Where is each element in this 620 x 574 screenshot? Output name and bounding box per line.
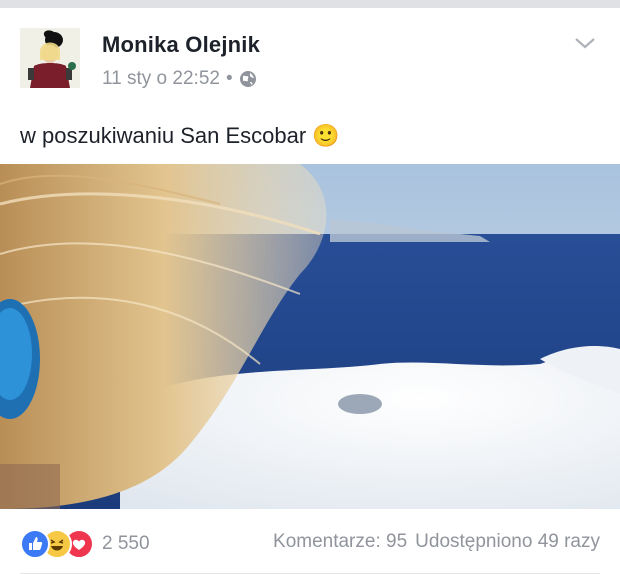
chevron-down-icon[interactable]: [574, 36, 596, 50]
avatar[interactable]: [20, 28, 80, 88]
post-meta: 11 sty o 22:52 •: [102, 68, 257, 90]
post-message: w poszukiwaniu San Escobar: [20, 123, 307, 148]
video-frame: [0, 164, 620, 509]
like-icon: [20, 529, 50, 559]
post-stats: Komentarze: 95 Udostępniono 49 razy: [273, 531, 600, 553]
post-footer: 2 550 Komentarze: 95 Udostępniono 49 raz…: [0, 509, 620, 574]
shares-count[interactable]: Udostępniono 49 razy: [415, 531, 600, 553]
meta-separator: •: [225, 68, 233, 89]
top-separator: [0, 0, 620, 8]
post-header: Monika Olejnik 11 sty o 22:52 •: [20, 28, 600, 108]
avatar-image: [20, 28, 80, 88]
post-text: w poszukiwaniu San Escobar 🙂: [20, 123, 340, 149]
post-video[interactable]: [0, 164, 620, 509]
post-timestamp[interactable]: 11 sty o 22:52: [102, 68, 220, 90]
comments-count[interactable]: Komentarze: 95: [273, 531, 407, 553]
reactions-summary[interactable]: 2 550: [20, 529, 150, 559]
reaction-count: 2 550: [102, 533, 150, 554]
globe-icon: [239, 71, 256, 87]
author-name[interactable]: Monika Olejnik: [102, 32, 260, 58]
smiley-emoji: 🙂: [312, 123, 340, 149]
post-card: Monika Olejnik 11 sty o 22:52 • w poszuk…: [0, 8, 620, 574]
